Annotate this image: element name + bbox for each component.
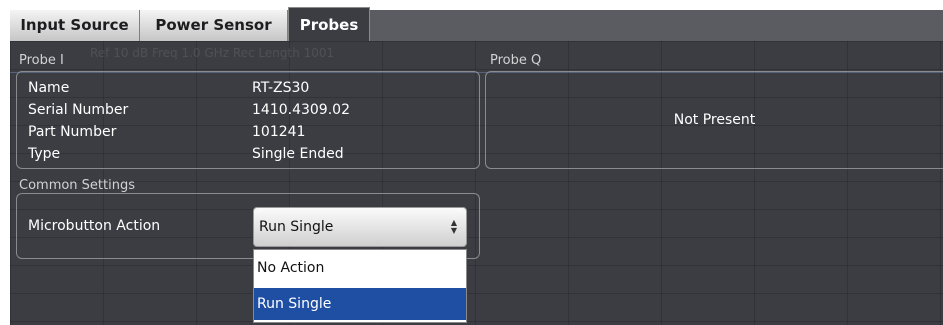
probe-i-name-label: Name <box>28 80 70 96</box>
microbutton-action-select[interactable]: Run Single ▲ ▼ <box>253 207 467 247</box>
probe-i-part-label: Part Number <box>28 124 117 140</box>
tab-input-source[interactable]: Input Source <box>10 10 140 41</box>
tab-power-sensor[interactable]: Power Sensor <box>140 10 288 41</box>
probe-i-type-value: Single Ended <box>252 146 344 162</box>
tab-probes[interactable]: Probes <box>288 7 370 41</box>
select-current-value: Run Single <box>259 219 334 235</box>
probe-q-title: Probe Q <box>490 53 542 68</box>
probe-q-status: Not Present <box>673 112 756 128</box>
tab-bar: Input Source Power Sensor Probes <box>10 7 943 41</box>
microbutton-action-dropdown: No Action Run Single <box>253 249 467 323</box>
probe-i-title: Probe I <box>19 53 64 68</box>
option-no-action[interactable]: No Action <box>254 252 466 284</box>
probe-i-name-value: RT-ZS30 <box>252 80 310 96</box>
probe-i-serial-label: Serial Number <box>28 102 129 118</box>
up-down-arrow-icon: ▲ ▼ <box>450 218 458 235</box>
background-measurement-text: Ref 10 dB Freq 1.0 GHz Rec Length 1001 <box>90 46 335 60</box>
probe-i-type-label: Type <box>28 146 61 162</box>
common-settings-title: Common Settings <box>19 178 136 193</box>
probe-i-part-value: 101241 <box>252 124 306 140</box>
probe-i-serial-value: 1410.4309.02 <box>252 102 350 118</box>
option-run-single[interactable]: Run Single <box>254 288 466 320</box>
probe-i-group <box>16 71 480 169</box>
microbutton-action-label: Microbutton Action <box>28 218 161 234</box>
